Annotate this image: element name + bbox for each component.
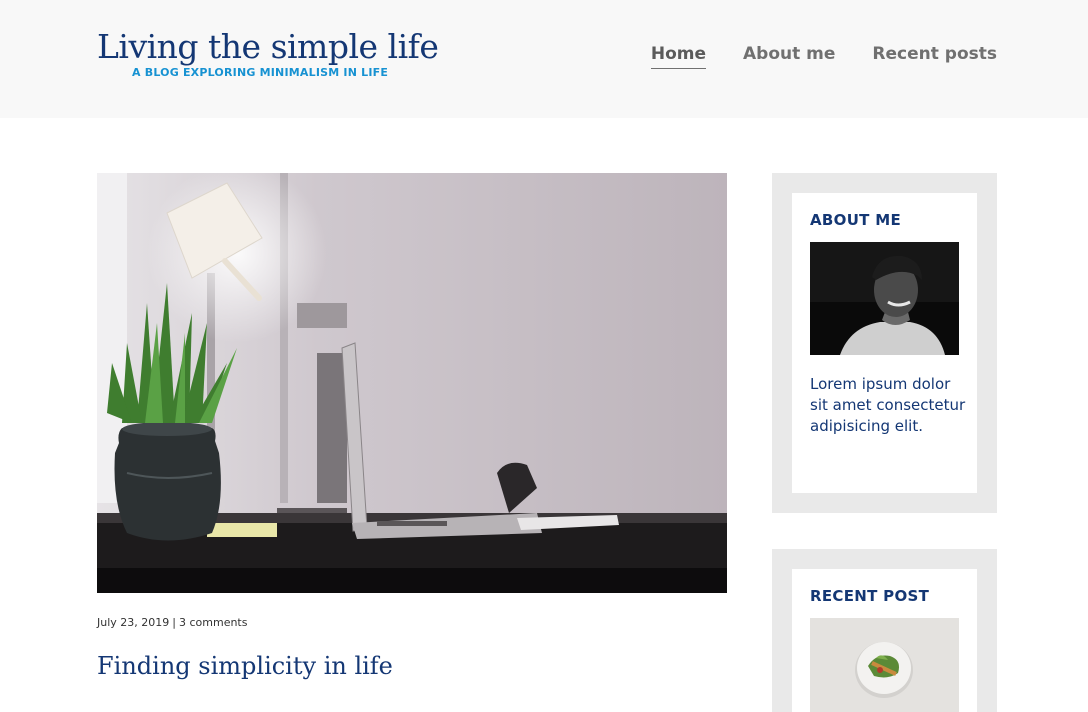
post-date: July 23, 2019 bbox=[97, 616, 170, 629]
about-me-card: ABOUT ME Lorem ipsum dolor sit amet cons… bbox=[792, 193, 977, 493]
featured-post-image[interactable] bbox=[97, 173, 727, 593]
site-title[interactable]: Living the simple life bbox=[97, 28, 439, 66]
nav-recent-posts-link[interactable]: Recent posts bbox=[872, 44, 997, 69]
post-title-link[interactable]: Finding simplicity in life bbox=[97, 652, 393, 680]
main-nav: Home About me Recent posts bbox=[650, 44, 997, 69]
brand[interactable]: Living the simple life A BLOG EXPLORING … bbox=[97, 28, 439, 80]
recent-post-card: RECENT POST bbox=[792, 569, 977, 712]
about-me-text: Lorem ipsum dolor sit amet consectetur a… bbox=[810, 375, 966, 435]
site-header: Living the simple life A BLOG EXPLORING … bbox=[0, 0, 1088, 118]
recent-post-thumbnail[interactable] bbox=[810, 618, 959, 712]
nav-about-link[interactable]: About me bbox=[743, 44, 835, 69]
about-me-title: ABOUT ME bbox=[810, 211, 902, 229]
recent-post-title: RECENT POST bbox=[810, 587, 930, 605]
author-portrait bbox=[810, 242, 959, 355]
author-avatar bbox=[810, 242, 959, 355]
meta-separator: | bbox=[172, 616, 176, 629]
desk-scene-illustration bbox=[97, 173, 727, 593]
post-comments-link[interactable]: 3 comments bbox=[179, 616, 248, 629]
about-me-widget: ABOUT ME Lorem ipsum dolor sit amet cons… bbox=[772, 173, 997, 513]
site-tagline: A BLOG EXPLORING MINIMALISM IN LIFE bbox=[132, 66, 389, 79]
nav-home-link[interactable]: Home bbox=[650, 44, 706, 69]
recent-post-widget: RECENT POST bbox=[772, 549, 997, 712]
food-plate-illustration bbox=[810, 618, 959, 712]
post-meta: July 23, 2019 | 3 comments bbox=[97, 616, 247, 629]
